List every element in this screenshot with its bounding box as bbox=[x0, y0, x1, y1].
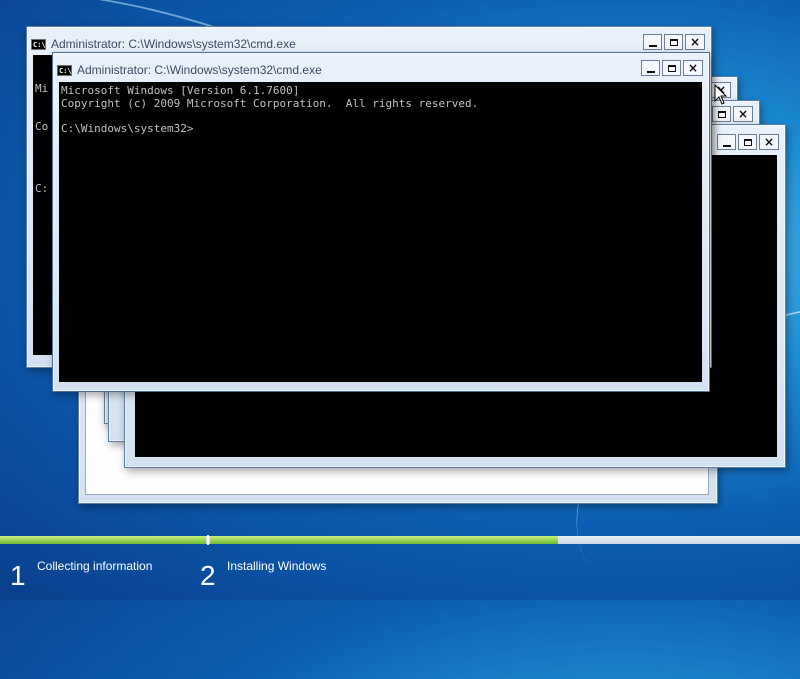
progress-separator bbox=[207, 535, 209, 545]
step-number: 2 bbox=[200, 560, 216, 591]
window-controls: × bbox=[641, 60, 703, 76]
close-button[interactable]: × bbox=[683, 60, 703, 76]
window-titlebar[interactable]: C:\ Administrator: C:\Windows\system32\c… bbox=[57, 60, 705, 80]
step-label: Installing Windows bbox=[227, 559, 327, 573]
minimize-button[interactable] bbox=[717, 134, 736, 150]
maximize-button[interactable] bbox=[662, 60, 681, 76]
minimize-button[interactable] bbox=[643, 34, 662, 50]
step-label: Collecting information bbox=[37, 559, 153, 573]
maximize-button[interactable] bbox=[664, 34, 683, 50]
step-2-progress-fill bbox=[210, 536, 558, 544]
maximize-button[interactable] bbox=[738, 134, 757, 150]
step-1-progress-fill bbox=[0, 536, 206, 544]
window-title: Administrator: C:\Windows\system32\cmd.e… bbox=[51, 37, 296, 51]
cmd-icon: C:\ bbox=[31, 38, 46, 50]
window-controls: × bbox=[712, 106, 753, 122]
step-number: 1 bbox=[10, 560, 26, 591]
console-output[interactable]: Microsoft Windows [Version 6.1.7600] Cop… bbox=[59, 82, 702, 382]
window-title: Administrator: C:\Windows\system32\cmd.e… bbox=[77, 63, 322, 77]
close-button[interactable]: × bbox=[685, 34, 705, 50]
cmd-icon: C:\ bbox=[57, 64, 72, 76]
maximize-button[interactable] bbox=[712, 106, 731, 122]
window-controls: × bbox=[717, 134, 779, 150]
window-controls: × bbox=[643, 34, 705, 50]
close-button[interactable]: × bbox=[733, 106, 753, 122]
mouse-cursor-icon bbox=[714, 84, 728, 105]
window-titlebar[interactable]: C:\ Administrator: C:\Windows\system32\c… bbox=[31, 34, 707, 54]
cmd-window-front[interactable]: C:\ Administrator: C:\Windows\system32\c… bbox=[52, 52, 710, 392]
close-button[interactable]: × bbox=[759, 134, 779, 150]
minimize-button[interactable] bbox=[641, 60, 660, 76]
